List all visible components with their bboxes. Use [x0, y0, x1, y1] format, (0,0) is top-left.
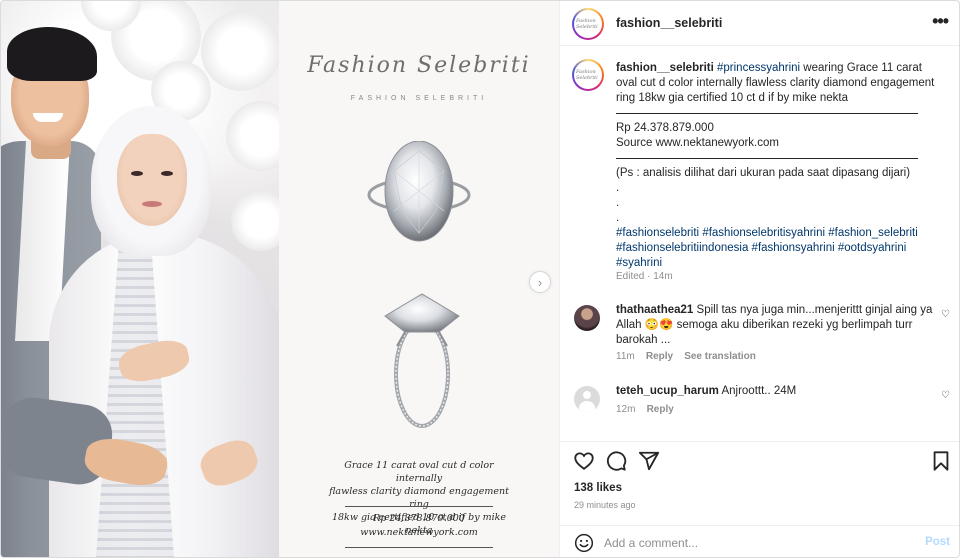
comment-username[interactable]: thathaathea21: [616, 304, 693, 316]
comment-text: teteh_ucup_harum Anjroottt.. 24M: [616, 385, 797, 397]
heart-icon[interactable]: ♡: [941, 390, 950, 401]
comment-avatar[interactable]: [574, 386, 600, 412]
caption-source: Source www.nektanewyork.com: [616, 137, 779, 149]
card-rule-bottom: [345, 547, 493, 548]
card-brand-script: Fashion Selebriti: [307, 53, 531, 78]
comment-input[interactable]: [604, 532, 914, 554]
ring-card: Fashion Selebriti FASHION SELEBRITI Grac…: [279, 1, 559, 557]
comment-meta: 12m Reply: [616, 404, 674, 415]
card-source: www.nektanewyork.com: [360, 527, 478, 538]
share-icon[interactable]: [638, 450, 660, 472]
next-media-button[interactable]: ›: [529, 271, 551, 293]
see-translation-button[interactable]: See translation: [684, 351, 756, 362]
emoji-icon[interactable]: [574, 533, 594, 553]
comment-emoji: 😳😍: [644, 319, 674, 331]
caption-note: (Ps : analisis dilihat dari ukuran pada …: [616, 167, 911, 179]
avatar[interactable]: Fashion Selebriti: [572, 8, 604, 40]
header-username[interactable]: fashion__selebriti: [616, 16, 722, 30]
more-options-icon[interactable]: •••: [932, 11, 949, 32]
post-side-panel: Fashion Selebriti fashion__selebriti •••…: [559, 1, 959, 557]
caption-edited: Edited · 14m: [616, 271, 673, 282]
couple-photo: [1, 1, 279, 557]
comment-username[interactable]: teteh_ucup_harum: [616, 385, 719, 397]
post-timestamp[interactable]: 29 minutes ago: [574, 500, 636, 510]
chevron-right-icon: ›: [537, 274, 543, 290]
heart-icon[interactable]: [573, 450, 595, 472]
card-price: Rp 24.378.879.000: [373, 513, 465, 524]
bookmark-icon[interactable]: [930, 450, 952, 472]
ring-top-image: [367, 141, 471, 242]
comment-composer: Post: [560, 525, 959, 557]
card-caption: Grace 11 carat oval cut d color internal…: [329, 460, 509, 536]
caption-price: Rp 24.378.879.000: [616, 122, 714, 134]
heart-icon[interactable]: ♡: [941, 309, 950, 320]
caption-avatar[interactable]: Fashion Selebriti: [572, 59, 604, 91]
ring-side-image: [384, 293, 460, 428]
action-bar: [560, 441, 959, 481]
reply-button[interactable]: Reply: [646, 351, 673, 362]
caption-hashtags: #fashionselebriti #fashionselebritisyahr…: [616, 227, 918, 269]
card-rule-top: [345, 506, 493, 507]
comment-text: thathaathea21 Spill tas nya juga min...m…: [616, 304, 933, 346]
caption-text: fashion__selebriti #princessyahrini wear…: [616, 61, 946, 271]
post-media[interactable]: Fashion Selebriti FASHION SELEBRITI Grac…: [1, 1, 559, 557]
caption-username[interactable]: fashion__selebriti: [616, 62, 714, 74]
post-button[interactable]: Post: [925, 536, 950, 548]
like-count[interactable]: 138 likes: [574, 482, 622, 494]
caption-mention[interactable]: #princessyahrini: [717, 62, 800, 74]
comment-meta: 11m Reply See translation: [616, 351, 756, 362]
comment-icon[interactable]: [605, 450, 627, 472]
comments-scroll-area[interactable]: Fashion Selebriti fashion__selebriti #pr…: [560, 47, 959, 440]
comment-avatar[interactable]: [574, 305, 600, 331]
post-modal: Fashion Selebriti FASHION SELEBRITI Grac…: [0, 0, 960, 558]
reply-button[interactable]: Reply: [647, 404, 674, 415]
post-header: Fashion Selebriti fashion__selebriti •••: [560, 1, 959, 46]
card-brand-caps: FASHION SELEBRITI: [350, 95, 488, 102]
